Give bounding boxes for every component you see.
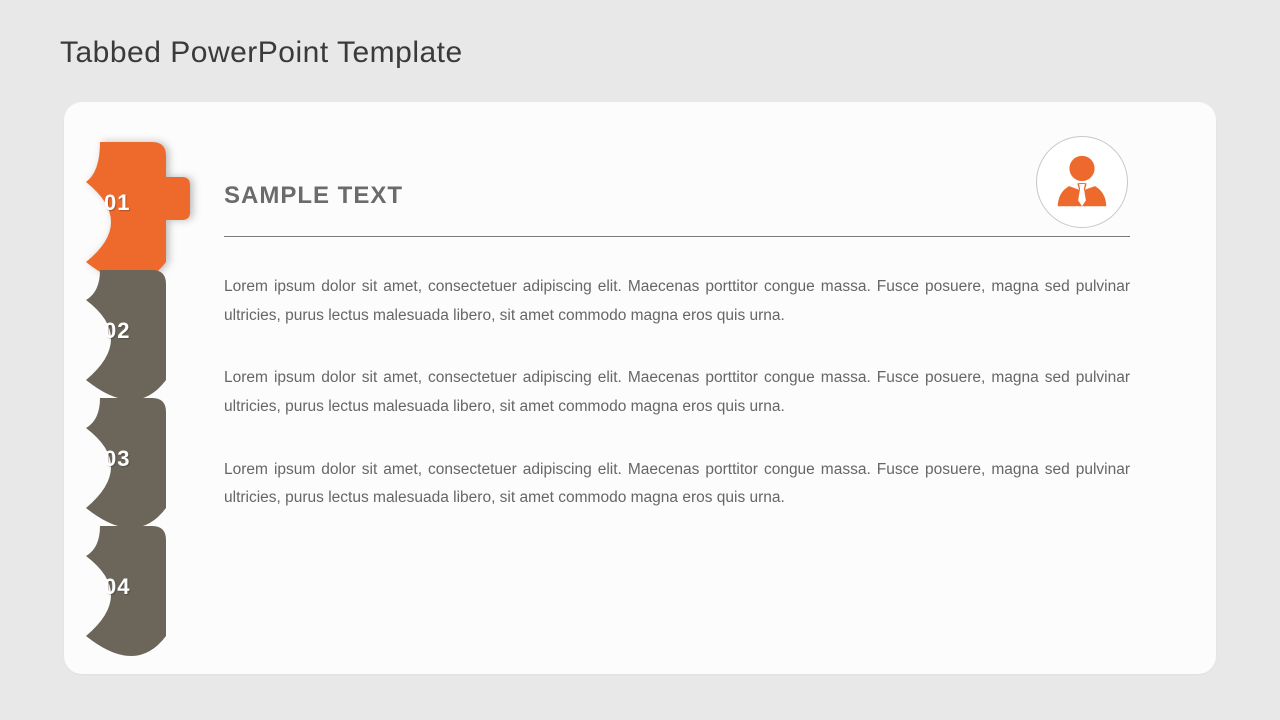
tab-01[interactable]: 01	[86, 142, 178, 262]
content-heading: SAMPLE TEXT	[224, 182, 1128, 210]
paragraph: Lorem ipsum dolor sit amet, consectetuer…	[224, 273, 1130, 330]
divider	[224, 236, 1130, 237]
tab-number: 03	[104, 446, 130, 472]
tab-02[interactable]: 02	[86, 270, 178, 390]
paragraph-group: Lorem ipsum dolor sit amet, consectetuer…	[224, 273, 1130, 513]
tab-number: 01	[104, 190, 130, 216]
paragraph: Lorem ipsum dolor sit amet, consectetuer…	[224, 456, 1130, 513]
tab-number: 04	[104, 574, 130, 600]
tab-03[interactable]: 03	[86, 398, 178, 518]
tab-04[interactable]: 04	[86, 526, 178, 646]
slide-title: Tabbed PowerPoint Template	[60, 36, 463, 70]
content-area: SAMPLE TEXT Lorem ipsum dolor sit amet, …	[224, 182, 1128, 547]
paragraph: Lorem ipsum dolor sit amet, consectetuer…	[224, 364, 1130, 421]
tab-number: 02	[104, 318, 130, 344]
content-card: 01 02 03 04	[64, 102, 1216, 674]
tab-strip: 01 02 03 04	[86, 142, 178, 654]
